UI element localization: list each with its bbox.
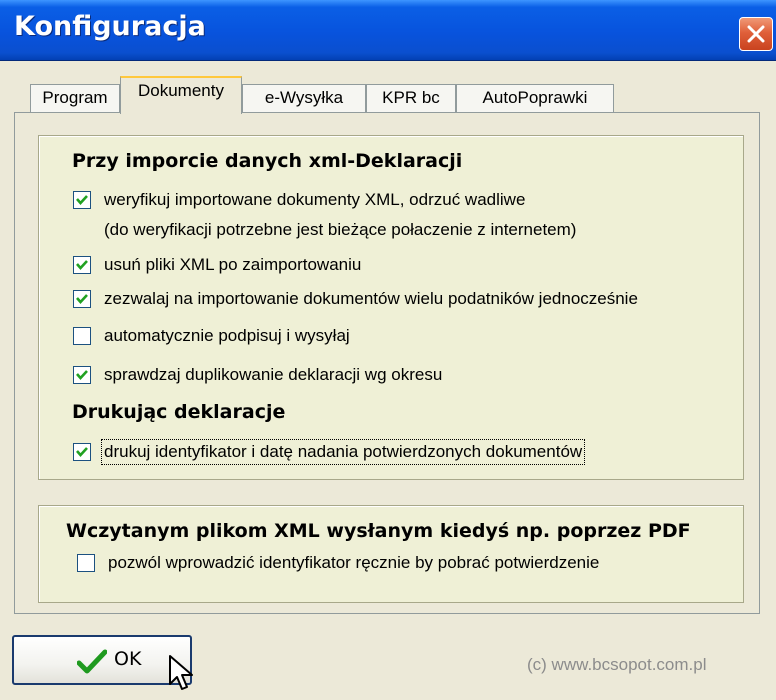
window-title: Konfiguracja [14, 11, 206, 42]
manual-identifier-label: pozwól wprowadzić identyfikator ręcznie … [108, 553, 600, 572]
multi-taxpayer-checkbox[interactable] [73, 290, 91, 308]
verify-xml-label: weryfikuj importowane dokumenty XML, odr… [104, 190, 526, 209]
title-bar[interactable]: Konfiguracja [0, 0, 776, 61]
close-icon [747, 25, 765, 43]
manual-identifier-checkbox[interactable] [77, 554, 95, 572]
tab-kpr-bc[interactable]: KPR bc [366, 84, 456, 112]
tab-label: KPR bc [382, 88, 440, 107]
tab-label: Dokumenty [138, 81, 224, 100]
check-duplicates-checkbox[interactable] [73, 366, 91, 384]
configuration-window: Konfiguracja Program Dokumenty e-Wysyłka… [0, 0, 776, 700]
check-duplicates-label: sprawdzaj duplikowanie deklaracji wg okr… [104, 365, 443, 384]
tab-e-wysylka[interactable]: e-Wysyłka [242, 84, 366, 112]
print-identifier-checkbox[interactable] [73, 443, 91, 461]
mouse-pointer-icon [169, 655, 193, 690]
delete-xml-checkbox[interactable] [73, 256, 91, 274]
print-section-heading: Drukując deklaracje [72, 401, 286, 423]
pdf-section-heading: Wczytanym plikom XML wysłanym kiedyś np.… [66, 520, 691, 542]
tab-label: AutoPoprawki [482, 88, 588, 107]
print-identifier-label: drukuj identyfikator i datę nadania potw… [100, 439, 586, 465]
copyright-text: (c) www.bcsopot.com.pl [527, 655, 707, 674]
tab-autopoprawki[interactable]: AutoPoprawki [456, 84, 614, 112]
ok-button[interactable]: OK [12, 635, 192, 685]
multi-taxpayer-label: zezwalaj na importowanie dokumentów wiel… [104, 289, 638, 308]
checkmark-icon [76, 260, 88, 270]
ok-label: OK [114, 648, 142, 670]
verify-xml-note: (do weryfikacji potrzebne jest bieżące p… [104, 220, 577, 239]
import-section-heading: Przy imporcie danych xml-Deklaracji [72, 150, 463, 172]
checkmark-icon [76, 370, 88, 380]
verify-xml-checkbox[interactable] [73, 191, 91, 209]
tab-dokumenty[interactable]: Dokumenty [120, 76, 242, 114]
checkmark-icon [76, 447, 88, 457]
checkmark-icon [76, 294, 88, 304]
tab-program[interactable]: Program [30, 84, 120, 112]
auto-sign-checkbox[interactable] [73, 327, 91, 345]
close-button[interactable] [739, 17, 773, 51]
checkmark-icon [76, 195, 88, 205]
tab-label: e-Wysyłka [264, 88, 344, 107]
delete-xml-label: usuń pliki XML po zaimportowaniu [104, 255, 362, 274]
tab-label: Program [42, 88, 108, 107]
green-checkmark-icon [77, 649, 107, 674]
auto-sign-label: automatycznie podpisuj i wysyłaj [104, 326, 350, 345]
